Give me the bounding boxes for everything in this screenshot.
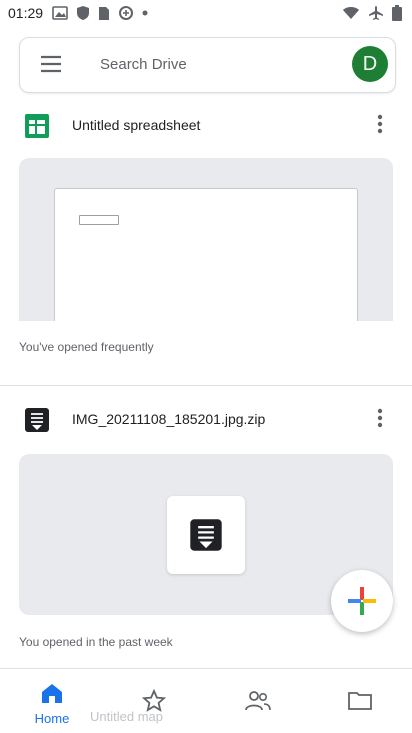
star-icon [142,689,166,712]
status-right-icons [342,5,402,21]
battery-icon [392,5,402,21]
new-button[interactable] [331,570,393,632]
search-bar[interactable]: Search Drive D [19,37,396,93]
zip-icon [190,519,222,551]
nav-home[interactable]: Home [22,669,82,733]
divider [0,385,412,386]
file-header-spreadsheet[interactable]: Untitled spreadsheet [0,106,412,146]
airplane-icon [369,6,383,20]
sheets-icon [25,114,49,138]
bottom-navigation: Untitled map Home [0,668,412,733]
nav-shared[interactable] [228,669,288,733]
status-bar: 01:29 [0,0,412,28]
status-time: 01:29 [8,5,44,21]
zip-icon [25,408,49,432]
plus-icon [348,587,376,615]
file-name[interactable]: IMG_20211108_185201.jpg.zip [72,411,265,427]
nav-home-label: Home [34,711,70,726]
suggestion-reason: You've opened frequently [19,340,154,354]
shield-icon [77,6,89,20]
more-options-icon[interactable] [374,112,386,136]
spreadsheet-thumbnail [54,188,358,321]
shared-icon [245,691,271,711]
home-icon [42,684,62,703]
file-preview-spreadsheet[interactable] [19,158,393,321]
photos-icon [52,6,68,20]
status-left-icons [52,5,148,21]
selected-cell [79,215,119,225]
search-input[interactable]: Search Drive [100,56,187,73]
folder-icon [348,692,372,710]
dot-icon [142,10,148,16]
menu-icon[interactable] [40,55,62,73]
file-name[interactable]: Untitled spreadsheet [72,117,200,133]
avatar[interactable]: D [352,46,388,82]
data-saver-icon [119,6,133,20]
zip-thumbnail [167,496,245,574]
more-options-icon[interactable] [374,406,386,430]
suggestion-reason: You opened in the past week [19,635,173,649]
file-header-zip[interactable]: IMG_20211108_185201.jpg.zip [0,400,412,440]
nav-starred[interactable] [124,669,184,733]
wifi-icon [343,7,359,19]
sim-icon [99,6,109,20]
nav-files[interactable] [330,669,390,733]
